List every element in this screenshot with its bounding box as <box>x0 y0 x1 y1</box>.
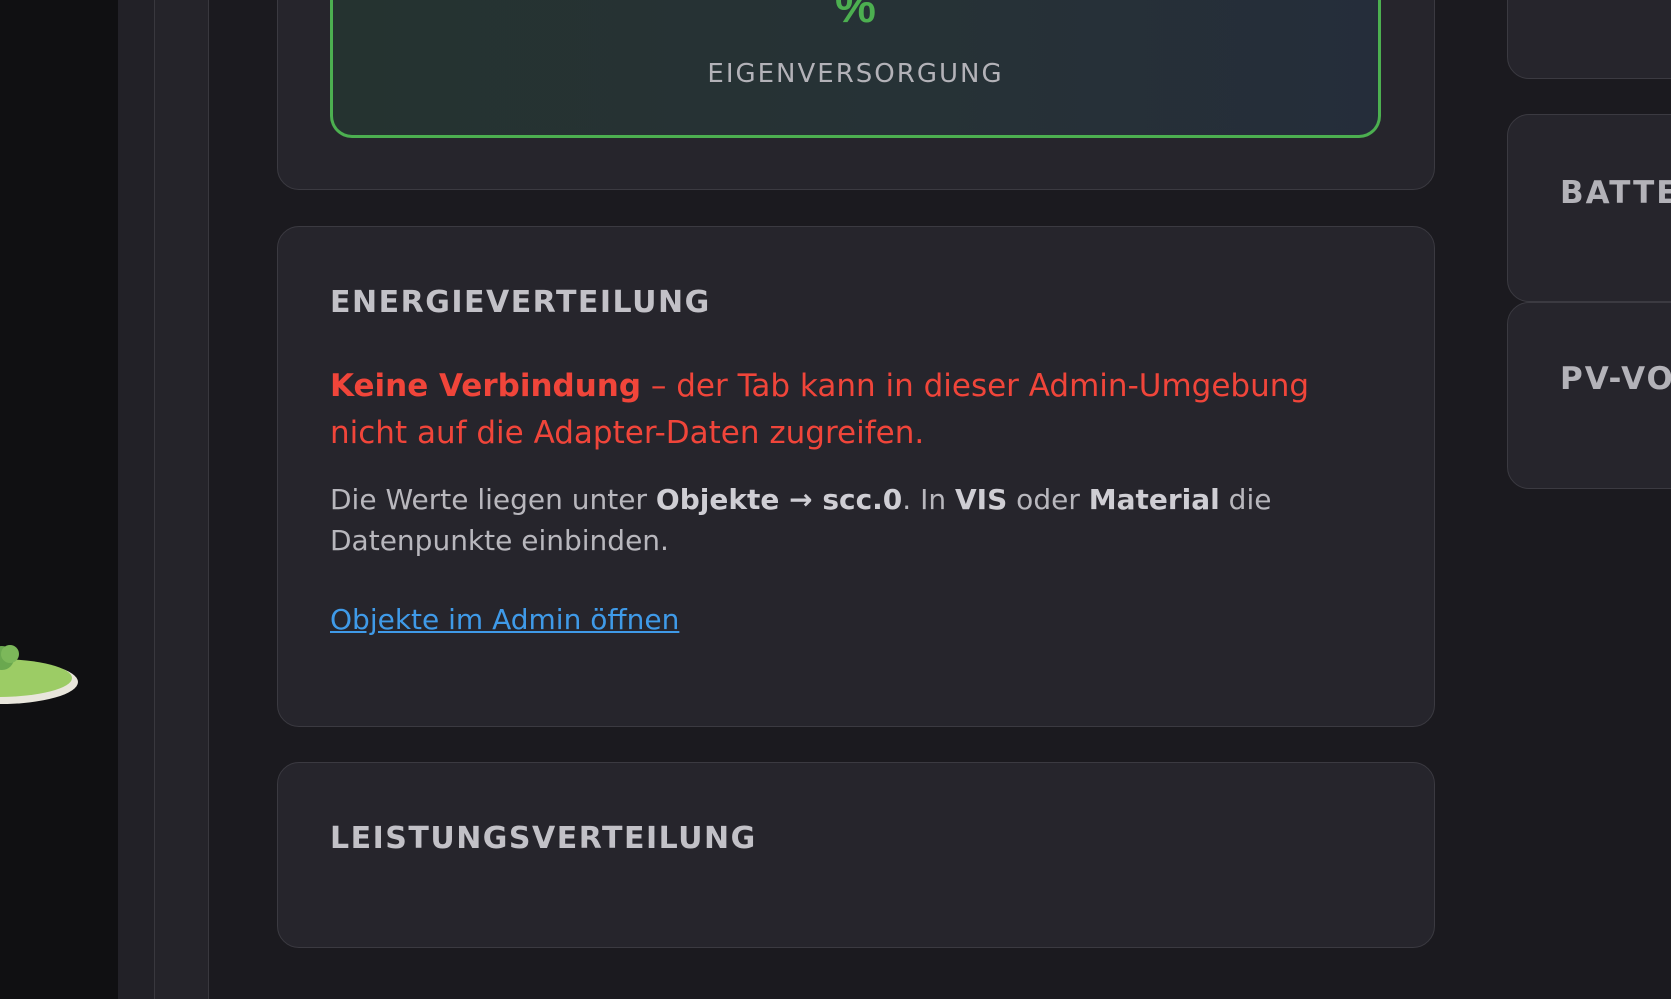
island-illustration <box>0 645 78 704</box>
pv-forecast-card-title: PV-VORHERSAGE <box>1560 361 1671 397</box>
self-supply-percent: % <box>835 0 876 32</box>
info-text-part: oder <box>1007 483 1089 516</box>
connection-error-message: Keine Verbindung – der Tab kann in diese… <box>330 363 1390 457</box>
info-material: Material <box>1088 483 1220 516</box>
left-rail-inner <box>154 0 209 999</box>
battery-card-title: BATTERIE <box>1560 175 1671 211</box>
energy-distribution-card: ENERGIEVERTEILUNG Keine Verbindung – der… <box>277 226 1435 727</box>
left-rail <box>118 0 154 999</box>
pv-forecast-card: PV-VORHERSAGE <box>1507 302 1671 489</box>
side-card-top <box>1507 0 1671 79</box>
battery-card: BATTERIE <box>1507 114 1671 302</box>
info-arrow: → <box>779 483 823 516</box>
info-text-part: Die Werte liegen unter <box>330 483 656 516</box>
left-backdrop <box>0 0 118 999</box>
self-supply-highlight: % EIGENVERSORGUNG <box>330 0 1381 138</box>
power-distribution-card: LEISTUNGSVERTEILUNG <box>277 762 1435 948</box>
info-objects: Objekte <box>655 483 780 516</box>
connection-error-strong: Keine Verbindung <box>330 368 642 404</box>
self-supply-card: % EIGENVERSORGUNG <box>277 0 1435 190</box>
info-text-part: . In <box>902 483 956 516</box>
app-window: % EIGENVERSORGUNG ENERGIEVERTEILUNG Kein… <box>0 0 1671 999</box>
datapoint-info-text: Die Werte liegen unter Objekte → scc.0. … <box>330 479 1390 561</box>
info-path: scc.0 <box>822 483 903 516</box>
power-distribution-title: LEISTUNGSVERTEILUNG <box>330 821 757 856</box>
open-objects-in-admin-link[interactable]: Objekte im Admin öffnen <box>330 603 679 636</box>
info-vis: VIS <box>955 483 1008 516</box>
self-supply-label: EIGENVERSORGUNG <box>707 59 1004 89</box>
energy-distribution-title: ENERGIEVERTEILUNG <box>330 285 711 320</box>
